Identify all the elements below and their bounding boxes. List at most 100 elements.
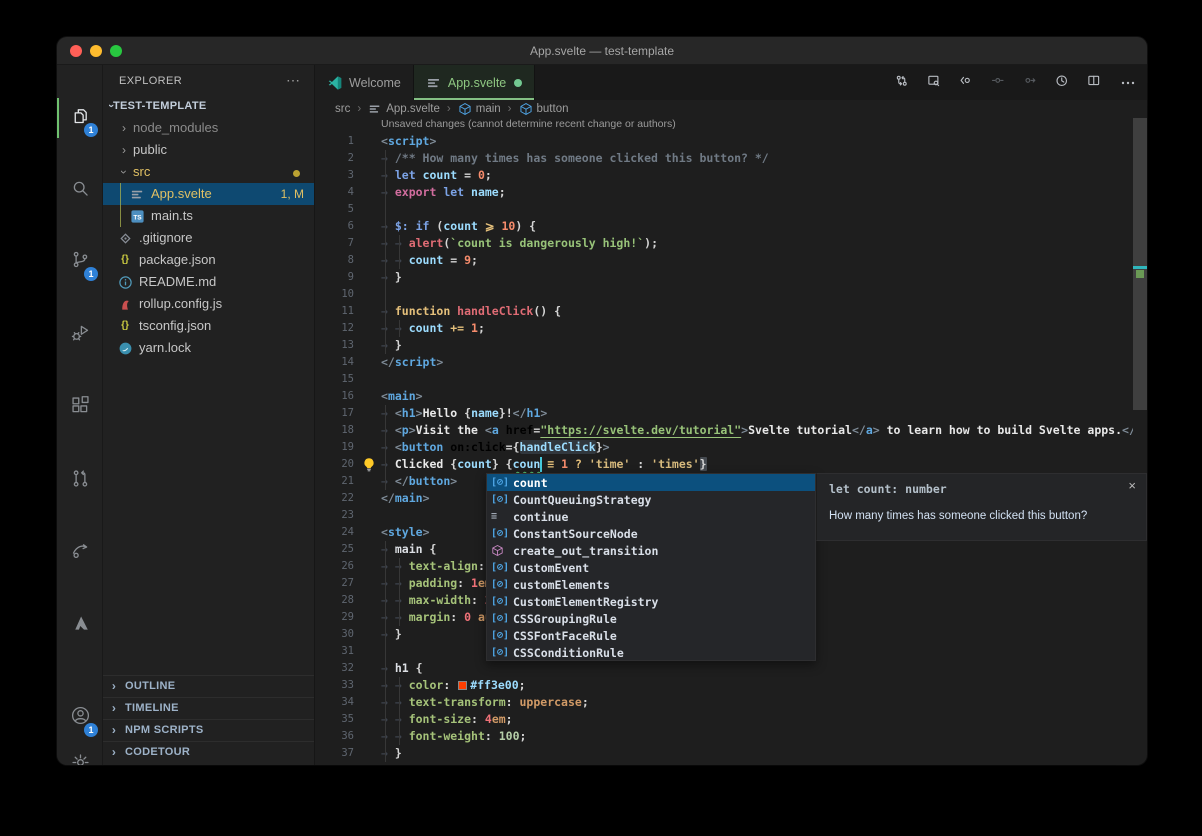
tree-item-public[interactable]: ›public bbox=[103, 139, 314, 161]
keyword-symbol-icon: ≡ bbox=[491, 511, 513, 522]
activity-bar: 1 1 1 bbox=[57, 65, 103, 765]
activity-item-explorer[interactable]: 1 bbox=[57, 95, 103, 141]
tree-item-rollup-config-js[interactable]: rollup.config.js bbox=[103, 293, 314, 315]
tree-item-tsconfig-json[interactable]: {}tsconfig.json bbox=[103, 315, 314, 337]
code-line-32[interactable]: 32→ h1 { bbox=[315, 660, 1133, 677]
variable-symbol-icon: [⊘] bbox=[491, 528, 513, 539]
breadcrumb-item-button[interactable]: button bbox=[519, 102, 569, 116]
activity-item-azure[interactable] bbox=[57, 603, 103, 649]
activity-item-source-control[interactable]: 1 bbox=[57, 239, 103, 285]
activity-item-settings[interactable] bbox=[57, 742, 103, 765]
code-line-35[interactable]: 35→ → font-size: 4em; bbox=[315, 711, 1133, 728]
tab-welcome[interactable]: Welcome bbox=[315, 65, 414, 100]
section-timeline[interactable]: ›TIMELINE bbox=[103, 697, 314, 719]
color-swatch[interactable] bbox=[458, 681, 467, 690]
lightbulb-icon[interactable] bbox=[361, 457, 377, 473]
file-history-icon[interactable] bbox=[1055, 74, 1073, 92]
suggest-item-cssfontfacerule[interactable]: [⊘]CSSFontFaceRule bbox=[487, 627, 815, 644]
suggest-label: customElements bbox=[513, 578, 610, 592]
code-line-34[interactable]: 34→ → text-transform: uppercase; bbox=[315, 694, 1133, 711]
code-line-15[interactable]: 15 bbox=[315, 371, 1133, 388]
close-icon[interactable]: × bbox=[1128, 478, 1136, 493]
activity-item-live-share[interactable] bbox=[57, 530, 103, 576]
symbol-cube-icon bbox=[519, 102, 533, 116]
suggest-item-customelements[interactable]: [⊘]customElements bbox=[487, 576, 815, 593]
line-number: 33 bbox=[315, 677, 354, 694]
code-line-18[interactable]: 18→ <p>Visit the <a href="https://svelte… bbox=[315, 422, 1133, 439]
tree-item-yarn-lock[interactable]: yarn.lock bbox=[103, 337, 314, 359]
suggest-item-customelementregistry[interactable]: [⊘]CustomElementRegistry bbox=[487, 593, 815, 610]
code-line-12[interactable]: 12→ → count += 1; bbox=[315, 320, 1133, 337]
tree-item-src[interactable]: ›src bbox=[103, 161, 314, 183]
tree-root-folder[interactable]: ›TEST-TEMPLATE bbox=[103, 95, 314, 117]
code-editor[interactable]: Unsaved changes (cannot determine recent… bbox=[315, 117, 1133, 765]
more-actions-icon[interactable] bbox=[1119, 74, 1137, 92]
code-line-16[interactable]: 16<main> bbox=[315, 388, 1133, 405]
chevron-right-icon: › bbox=[109, 720, 119, 741]
code-line-8[interactable]: 8→ → count = 9; bbox=[315, 252, 1133, 269]
suggest-item-constantsourcenode[interactable]: [⊘]ConstantSourceNode bbox=[487, 525, 815, 542]
previous-change-icon[interactable] bbox=[959, 74, 977, 92]
code-line-2[interactable]: 2→ /** How many times has someone clicke… bbox=[315, 150, 1133, 167]
line-number: 19 bbox=[315, 439, 354, 456]
section-outline[interactable]: ›OUTLINE bbox=[103, 675, 314, 697]
code-line-37[interactable]: 37→ } bbox=[315, 745, 1133, 762]
tree-item--gitignore[interactable]: .gitignore bbox=[103, 227, 314, 249]
activity-item-run-debug[interactable] bbox=[57, 312, 103, 358]
code-line-13[interactable]: 13→ } bbox=[315, 337, 1133, 354]
suggest-item-count[interactable]: [⊘]count bbox=[487, 474, 815, 491]
section-codetour[interactable]: ›CODETOUR bbox=[103, 741, 314, 763]
code-line-19[interactable]: 19→ <button on:click={handleClick}> bbox=[315, 439, 1133, 456]
tree-item-app-svelte[interactable]: App.svelte1, M bbox=[103, 183, 314, 205]
code-line-1[interactable]: 1<script> bbox=[315, 133, 1133, 150]
suggest-item-cssconditionrule[interactable]: [⊘]CSSConditionRule bbox=[487, 644, 815, 661]
info-file-icon bbox=[117, 274, 133, 290]
split-editor-icon[interactable] bbox=[1087, 74, 1105, 92]
code-line-5[interactable]: 5 bbox=[315, 201, 1133, 218]
code-line-6[interactable]: 6→ $: if (count ⩾ 10) { bbox=[315, 218, 1133, 235]
tree-item-readme-md[interactable]: README.md bbox=[103, 271, 314, 293]
code-line-17[interactable]: 17→ <h1>Hello {name}!</h1> bbox=[315, 405, 1133, 422]
open-changes-icon[interactable] bbox=[895, 74, 913, 92]
code-line-33[interactable]: 33→ → color: #ff3e00; bbox=[315, 677, 1133, 694]
suggest-item-countqueuingstrategy[interactable]: [⊘]CountQueuingStrategy bbox=[487, 491, 815, 508]
suggest-item-cssgroupingrule[interactable]: [⊘]CSSGroupingRule bbox=[487, 610, 815, 627]
breadcrumb-item-main[interactable]: main bbox=[458, 102, 501, 116]
activity-item-github-pr[interactable] bbox=[57, 458, 103, 504]
open-preview-icon[interactable] bbox=[927, 74, 945, 92]
suggest-item-continue[interactable]: ≡continue bbox=[487, 508, 815, 525]
file-label: rollup.config.js bbox=[139, 293, 222, 315]
editor-scrollbar[interactable] bbox=[1133, 118, 1147, 410]
code-line-10[interactable]: 10 bbox=[315, 286, 1133, 303]
file-label: README.md bbox=[139, 271, 216, 293]
code-line-20[interactable]: 20→ Clicked {count} {coun ≡ 1 ? 'time' :… bbox=[315, 456, 1133, 473]
tree-item-package-json[interactable]: {}package.json bbox=[103, 249, 314, 271]
braces-file-icon: {} bbox=[117, 252, 133, 268]
breadcrumb-item-src[interactable]: src bbox=[335, 103, 350, 115]
section-label: TIMELINE bbox=[125, 698, 179, 719]
code-line-36[interactable]: 36→ → font-weight: 100; bbox=[315, 728, 1133, 745]
module-symbol-icon bbox=[491, 544, 513, 557]
code-line-9[interactable]: 9→ } bbox=[315, 269, 1133, 286]
azure-icon bbox=[70, 613, 91, 639]
code-line-4[interactable]: 4→ export let name; bbox=[315, 184, 1133, 201]
suggest-item-create_out_transition[interactable]: create_out_transition bbox=[487, 542, 815, 559]
activity-item-search[interactable] bbox=[57, 168, 103, 214]
codelens-unsaved-changes[interactable]: Unsaved changes (cannot determine recent… bbox=[315, 117, 1133, 133]
activity-item-accounts[interactable]: 1 bbox=[57, 695, 103, 741]
suggest-label: count bbox=[513, 476, 548, 490]
code-line-11[interactable]: 11→ function handleClick() { bbox=[315, 303, 1133, 320]
code-line-7[interactable]: 7→ → alert(`count is dangerously high!`)… bbox=[315, 235, 1133, 252]
activity-item-extensions[interactable] bbox=[57, 385, 103, 431]
code-line-3[interactable]: 3→ let count = 0; bbox=[315, 167, 1133, 184]
tree-item-node-modules[interactable]: ›node_modules bbox=[103, 117, 314, 139]
settings-icon bbox=[70, 752, 91, 765]
views-and-more-actions-button[interactable]: ⋯ bbox=[286, 65, 300, 95]
breadcrumb-item-app-svelte[interactable]: App.svelte bbox=[368, 102, 440, 116]
titlebar[interactable]: App.svelte — test-template bbox=[57, 37, 1147, 65]
code-line-14[interactable]: 14</script> bbox=[315, 354, 1133, 371]
suggest-item-customevent[interactable]: [⊘]CustomEvent bbox=[487, 559, 815, 576]
section-npm-scripts[interactable]: ›NPM SCRIPTS bbox=[103, 719, 314, 741]
tree-item-main-ts[interactable]: TSmain.ts bbox=[103, 205, 314, 227]
tab-app-svelte[interactable]: App.svelte bbox=[414, 65, 535, 100]
